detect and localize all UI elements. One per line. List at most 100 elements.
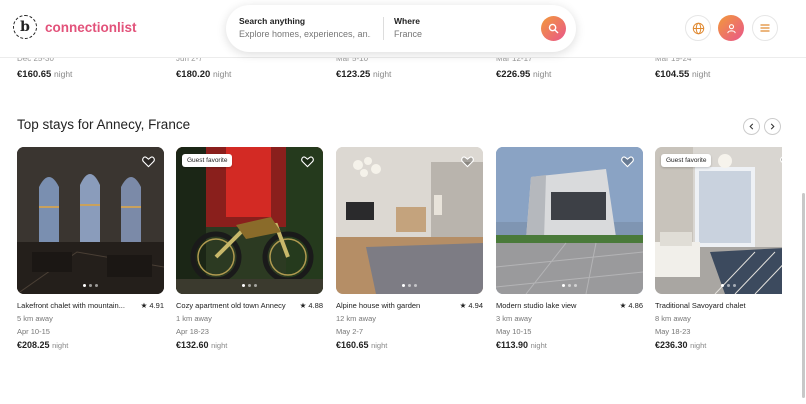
price-unit: night: [212, 69, 232, 79]
language-button[interactable]: [685, 15, 711, 41]
listing-card[interactable]: Lakefront chalet with mountain... ★ 4.91…: [17, 147, 164, 357]
photo-pagination: [176, 284, 323, 287]
listing-image: [17, 147, 164, 294]
rating-value: 4.88: [308, 301, 323, 310]
listing-name: Alpine house with garden: [336, 301, 421, 310]
price-unit: night: [690, 341, 707, 350]
listing-image: [336, 147, 483, 294]
price-unit: night: [372, 69, 392, 79]
rating-value: 4.94: [468, 301, 483, 310]
previous-listing[interactable]: Dec 25-30 €160.65 night: [17, 58, 72, 80]
photo-pagination: [336, 284, 483, 287]
listing-dates: Dec 25-30: [17, 58, 54, 63]
listing-name: Traditional Savoyard chalet: [655, 301, 746, 310]
price-unit: night: [532, 69, 552, 79]
listing-photo[interactable]: [17, 147, 164, 294]
heart-icon[interactable]: [461, 156, 474, 168]
menu-button[interactable]: [752, 15, 778, 41]
carousel-prev-button[interactable]: [743, 118, 760, 135]
price-unit: night: [371, 341, 388, 350]
listing-price: €104.55: [655, 69, 690, 80]
listing-carousel: Lakefront chalet with mountain... ★ 4.91…: [17, 147, 782, 357]
brand-logo[interactable]: b connectionlist: [13, 15, 137, 39]
previous-listing[interactable]: Mar 12-17 €226.95 night: [496, 58, 551, 80]
listing-price: €226.95: [496, 69, 531, 80]
carousel-next-button[interactable]: [764, 118, 781, 135]
logo-mark: b: [13, 15, 37, 39]
listing-photo[interactable]: Guest favorite: [176, 147, 323, 294]
search-bar[interactable]: Search anything Explore homes, experienc…: [226, 5, 576, 52]
listing-distance: 3 km away: [496, 314, 532, 323]
listing-card[interactable]: Guest favorite Traditional Savoyard chal…: [655, 147, 782, 357]
listing-distance: 8 km away: [655, 314, 691, 323]
listing-price: €113.90: [496, 340, 529, 350]
heart-icon[interactable]: [621, 156, 634, 168]
listing-image: [496, 147, 643, 294]
search-button[interactable]: [541, 16, 566, 41]
search-divider: [383, 17, 384, 40]
section-title: Top stays for Annecy, France: [17, 117, 191, 132]
where-input[interactable]: France: [394, 29, 514, 39]
search-anything-field[interactable]: Search anything Explore homes, experienc…: [239, 16, 371, 39]
photo-pagination: [17, 284, 164, 287]
menu-icon: [760, 24, 770, 32]
previous-listing[interactable]: Mar 5-10 €123.25 night: [336, 58, 391, 80]
listing-dates: Mar 5-10: [336, 58, 369, 63]
listing-price: €236.30: [655, 340, 688, 350]
listing-name: Lakefront chalet with mountain...: [17, 301, 125, 310]
listing-distance: 5 km away: [17, 314, 53, 323]
search-anything-label: Search anything: [239, 16, 306, 26]
listing-photo[interactable]: [496, 147, 643, 294]
listing-price: €123.25: [336, 69, 371, 80]
listing-rating: ★ 4.94: [459, 301, 483, 310]
price-unit: night: [691, 69, 711, 79]
guest-favorite-badge: Guest favorite: [661, 154, 712, 167]
heart-icon[interactable]: [301, 156, 314, 168]
where-field[interactable]: Where France: [394, 16, 514, 39]
listing-price: €180.20: [176, 69, 211, 80]
listing-rating: ★ 4.91: [140, 301, 164, 310]
price-unit: night: [52, 341, 69, 350]
user-icon: [726, 23, 736, 33]
listing-image: [655, 147, 782, 294]
listing-dates: Apr 18-23: [176, 327, 209, 336]
listing-card[interactable]: Alpine house with garden ★ 4.94 12 km aw…: [336, 147, 483, 357]
listing-price: €132.60: [176, 340, 209, 350]
page-scrollbar[interactable]: [800, 58, 806, 404]
listing-price: €160.65: [336, 340, 369, 350]
previous-listing[interactable]: Mar 19-24 €104.55 night: [655, 58, 710, 80]
listing-card[interactable]: Modern studio lake view ★ 4.86 3 km away…: [496, 147, 643, 357]
photo-pagination: [655, 284, 782, 287]
previous-listing[interactable]: Jun 2-7 €180.20 night: [176, 58, 231, 80]
profile-button[interactable]: [718, 15, 744, 41]
listing-price: €160.65: [17, 69, 52, 80]
listing-card[interactable]: Guest favorite Cozy apartment old town A…: [176, 147, 323, 357]
listing-name: Cozy apartment old town Annecy: [176, 301, 286, 310]
listing-rating: ★ 4.86: [619, 301, 643, 310]
listing-dates: May 2-7: [336, 327, 364, 336]
listing-image: [176, 147, 323, 294]
heart-icon[interactable]: [142, 156, 155, 168]
price-unit: night: [211, 341, 228, 350]
photo-pagination: [496, 284, 643, 287]
search-icon: [548, 23, 559, 34]
search-anything-input[interactable]: Explore homes, experiences, an...: [239, 29, 371, 39]
heart-icon[interactable]: [780, 156, 782, 168]
listing-dates: Mar 12-17: [496, 58, 533, 63]
price-unit: night: [53, 69, 73, 79]
listing-name: Modern studio lake view: [496, 301, 577, 310]
price-unit: night: [530, 341, 547, 350]
listing-dates: Mar 19-24: [655, 58, 692, 63]
scrollbar-thumb[interactable]: [802, 193, 805, 398]
listing-photo[interactable]: Guest favorite: [655, 147, 782, 294]
top-header: b connectionlist Search anything Explore…: [0, 0, 806, 58]
listing-dates: Apr 10-15: [17, 327, 50, 336]
listing-dates: Jun 2-7: [176, 58, 203, 63]
listing-dates: May 10-15: [496, 327, 532, 336]
rating-value: 4.86: [628, 301, 643, 310]
listing-photo[interactable]: [336, 147, 483, 294]
listing-dates: May 18-23: [655, 327, 691, 336]
listing-rating: ★ 4.88: [299, 301, 323, 310]
listing-distance: 12 km away: [336, 314, 377, 323]
previous-listings-row: Dec 25-30 €160.65 night Jun 2-7 €180.20 …: [0, 58, 806, 88]
